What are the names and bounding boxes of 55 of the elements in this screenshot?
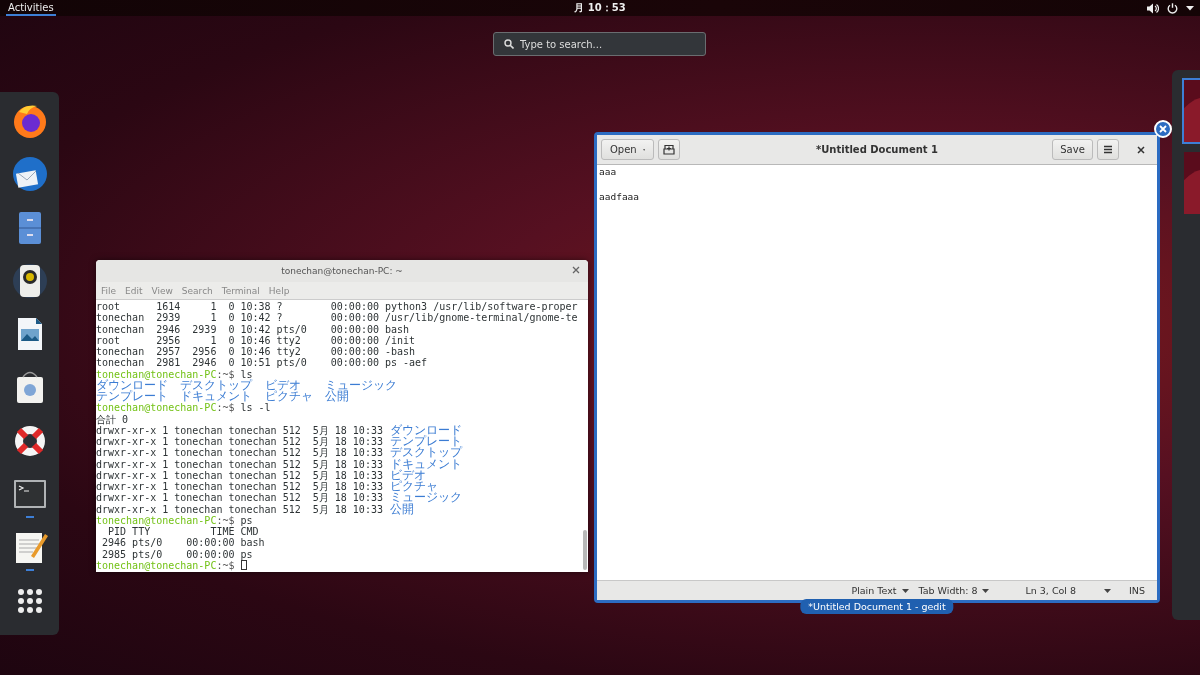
terminal-line: PID TTY TIME CMD (107, 526, 259, 538)
status-dropdown[interactable]: Tab Width: 8 (918, 585, 990, 596)
close-icon (1158, 124, 1168, 134)
terminal-line: tonechan 2957 2956 0 10:46 tty2 00:00:00 -bash (96, 346, 416, 358)
speaker-icon[interactable] (10, 261, 49, 300)
new-tab-button[interactable] (658, 139, 680, 160)
listing-line: drwxr-xr-x 1 tonechan tonechan 512 5月 18 10:33 ミュージック (96, 492, 462, 504)
status-label: Ln 3, Col 8 (1025, 585, 1077, 596)
terminal-line: tonechan 2946 2939 0 10:42 pts/0 00:00:00 bash (96, 323, 410, 335)
new-tab-icon (663, 144, 675, 155)
prompt-line: tonechan@tonechan-PC:~$ ls -l (96, 402, 271, 414)
text-editor-area[interactable]: aaa aadfaaa (597, 165, 1157, 580)
terminal-line: tonechan 2981 2946 0 10:51 pts/0 00:00:00 ps -aef (96, 357, 428, 369)
menu-icon (1103, 145, 1113, 154)
close-icon (1137, 145, 1145, 154)
search-input[interactable]: Type to search... (520, 38, 695, 50)
status-dropdown[interactable]: Plain Text (851, 585, 909, 596)
volume-icon (1147, 2, 1159, 14)
system-menu-button[interactable] (1147, 2, 1194, 14)
listing-line: drwxr-xr-x 1 tonechan tonechan 512 5月 18 10:33 ドキュメント (96, 458, 462, 470)
search-icon (504, 39, 514, 49)
envelope-icon[interactable] (10, 155, 49, 194)
search-field[interactable]: Type to search... (493, 32, 706, 56)
listing-line: drwxr-xr-x 1 tonechan tonechan 512 5月 18 10:33 デスクトップ (96, 447, 462, 459)
listing-line: drwxr-xr-x 1 tonechan tonechan 512 5月 18 10:33 ダウンロード (96, 424, 462, 436)
window-title: tonechan@tonechan-PC: ~ (281, 266, 403, 276)
directory-list-line: ダウンロード デスクトップ ビデオ ミュージック (96, 379, 397, 391)
open-button[interactable]: Open (601, 139, 654, 160)
listing-line: drwxr-xr-x 1 tonechan tonechan 512 5月 18 10:33 公開 (96, 503, 414, 515)
caret-icon (982, 588, 990, 593)
terminal-line: 2985 pts/0 00:00:00 ps (101, 548, 253, 560)
caret-icon[interactable] (1104, 588, 1112, 593)
activities-button[interactable]: Activities (6, 0, 56, 16)
window-title: *Untitled Document 1 (815, 144, 939, 155)
terminal-line: root 1614 1 0 10:38 ? 00:00:00 python3 /usr/lib/software-proper (96, 301, 578, 313)
status-label: INS (1129, 585, 1145, 596)
listing-line: drwxr-xr-x 1 tonechan tonechan 512 5月 18 10:33 ピクチャ (96, 481, 438, 493)
clock[interactable]: 月 10：53 (574, 1, 626, 15)
prompt-line: tonechan@tonechan-PC:~$ (96, 559, 235, 571)
menu-button[interactable] (1097, 139, 1119, 160)
terminal-line: tonechan 2939 1 0 10:42 ? 00:00:00 /usr/lib/gnome-terminal/gnome-te (96, 312, 578, 324)
listing-line: drwxr-xr-x 1 tonechan tonechan 512 5月 18 10:33 ビデオ (96, 469, 426, 481)
editor-window[interactable]: Open *Untitled Document 1 Save aaa aadfaaa Plain Text Tab Width: 8 Ln 3, Col 8 INS (594, 132, 1160, 603)
prompt-line: tonechan@tonechan-PC:~$ ls (96, 368, 253, 380)
terminal-line: 2946 pts/0 00:00:00 bash (101, 537, 265, 549)
power-icon (1167, 2, 1178, 14)
directory-list-line: テンプレート ドキュメント ピクチャ 公開 (96, 391, 349, 403)
caret-icon (1186, 5, 1194, 11)
terminal-line: 合計 0 (96, 413, 129, 425)
prompt-line: tonechan@tonechan-PC:~$ ps (96, 514, 253, 526)
terminal-line: root 2956 1 0 10:46 tty2 00:00:00 /init (96, 334, 416, 346)
save-button[interactable]: Save (1052, 139, 1093, 160)
window-caption: *Untitled Document 1 - gedit (800, 599, 954, 614)
caret-icon (901, 588, 909, 593)
terminal-window[interactable] (96, 260, 588, 572)
